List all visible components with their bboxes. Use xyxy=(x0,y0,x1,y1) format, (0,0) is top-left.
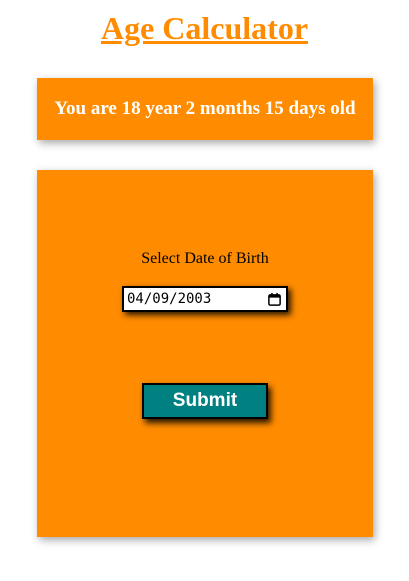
dob-label: Select Date of Birth xyxy=(141,250,269,267)
page-title: Age Calculator xyxy=(100,10,309,46)
submit-button[interactable]: Submit xyxy=(142,383,268,419)
age-form: Select Date of Birth 04/09/2003 Submit xyxy=(37,170,373,537)
result-box: You are 18 year 2 months 15 days old xyxy=(37,78,373,140)
calendar-icon[interactable] xyxy=(266,291,282,307)
dob-date-value[interactable]: 04/09/2003 xyxy=(127,291,211,307)
age-result-text: You are 18 year 2 months 15 days old xyxy=(54,98,356,119)
dob-date-input[interactable]: 04/09/2003 xyxy=(122,286,288,312)
